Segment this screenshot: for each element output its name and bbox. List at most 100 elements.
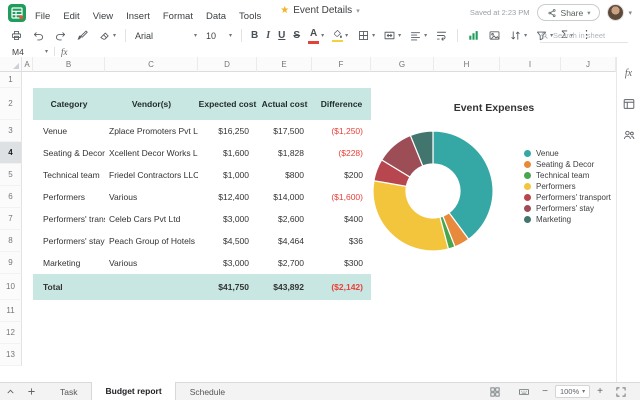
table-cell[interactable]: $16,250 (198, 120, 257, 142)
sheet-search[interactable] (540, 29, 628, 43)
column-header-H[interactable]: H (434, 57, 500, 72)
column-header-D[interactable]: D (198, 57, 257, 72)
row-header-12[interactable]: 12 (0, 322, 22, 344)
insert-chart-icon[interactable] (467, 28, 480, 44)
merge-cells-icon[interactable]: ▾ (383, 28, 401, 44)
borders-icon[interactable]: ▾ (357, 28, 375, 44)
table-cell[interactable]: $14,000 (257, 186, 312, 208)
table-cell[interactable]: $4,464 (257, 230, 312, 252)
format-painter-icon[interactable] (76, 28, 89, 44)
column-header-C[interactable]: C (105, 57, 198, 72)
zoom-level-select[interactable]: 100% ▾ (555, 385, 590, 398)
row-header-11[interactable]: 11 (0, 300, 22, 322)
zia-panel-icon[interactable] (622, 128, 636, 142)
menu-edit[interactable]: Edit (63, 11, 79, 22)
table-header-cell[interactable]: Actual cost (257, 88, 312, 120)
favorite-star-icon[interactable]: ★ (280, 6, 289, 16)
row-header-9[interactable]: 9 (0, 252, 22, 274)
menu-insert[interactable]: Insert (126, 11, 150, 22)
table-cell[interactable]: Friedel Contractors LLC (105, 164, 198, 186)
menu-format[interactable]: Format (163, 11, 193, 22)
app-logo-icon[interactable] (8, 4, 26, 22)
font-color-icon[interactable]: A▾ (308, 28, 324, 44)
table-total-cell[interactable]: Total (33, 274, 105, 300)
column-header-B[interactable]: B (33, 57, 105, 72)
sheet-tab-schedule[interactable]: Schedule (176, 383, 239, 400)
table-cell[interactable]: Various (105, 186, 198, 208)
user-avatar[interactable] (607, 4, 624, 21)
row-header-7[interactable]: 7 (0, 208, 22, 230)
share-button[interactable]: Share ▾ (537, 4, 601, 21)
sheet-content[interactable]: CategoryVendor(s)Expected costActual cos… (22, 72, 616, 382)
format-panel-icon[interactable] (622, 97, 636, 111)
table-cell[interactable]: $12,400 (198, 186, 257, 208)
table-cell[interactable]: Performers (33, 186, 105, 208)
fill-color-icon[interactable]: ▾ (332, 28, 348, 44)
row-header-8[interactable]: 8 (0, 230, 22, 252)
italic-icon[interactable]: I (266, 28, 270, 44)
table-total-cell[interactable]: $41,750 (198, 274, 257, 300)
table-cell[interactable]: $3,000 (198, 252, 257, 274)
row-header-1[interactable]: 1 (0, 72, 22, 88)
row-header-10[interactable]: 10 (0, 274, 22, 300)
table-cell[interactable]: Venue (33, 120, 105, 142)
grid-view-icon[interactable] (484, 386, 506, 398)
table-cell[interactable]: ($228) (312, 142, 371, 164)
collapse-tabs-icon[interactable] (0, 383, 21, 400)
underline-icon[interactable]: U (278, 28, 285, 44)
fx-icon[interactable]: fx (61, 47, 68, 57)
column-header-J[interactable]: J (561, 57, 616, 72)
avatar-caret-icon[interactable]: ▾ (628, 9, 632, 17)
row-header-5[interactable]: 5 (0, 164, 22, 186)
row-header-4[interactable]: 4 (0, 142, 22, 164)
table-cell[interactable]: Technical team (33, 164, 105, 186)
sort-icon[interactable]: ▾ (509, 28, 527, 44)
table-cell[interactable]: $300 (312, 252, 371, 274)
table-cell[interactable]: $4,500 (198, 230, 257, 252)
sheet-tab-task[interactable]: Task (46, 383, 91, 400)
zoom-out-button[interactable]: − (542, 387, 548, 397)
column-header-G[interactable]: G (371, 57, 434, 72)
row-header-3[interactable]: 3 (0, 120, 22, 142)
menu-tools[interactable]: Tools (239, 11, 261, 22)
table-cell[interactable]: Performers' transport (33, 208, 105, 230)
functions-panel-icon[interactable]: fx (622, 66, 636, 80)
sheet-tab-budget-report[interactable]: Budget report (91, 382, 175, 400)
table-cell[interactable]: ($1,250) (312, 120, 371, 142)
table-cell[interactable]: ($1,600) (312, 186, 371, 208)
table-header-cell[interactable]: Category (33, 88, 105, 120)
table-header-cell[interactable]: Vendor(s) (105, 88, 198, 120)
row-header-13[interactable]: 13 (0, 344, 22, 366)
table-cell[interactable]: $1,000 (198, 164, 257, 186)
search-input[interactable] (553, 31, 625, 40)
font-family-select[interactable]: Arial ▾ (135, 31, 197, 41)
insert-image-icon[interactable] (488, 28, 501, 44)
bold-icon[interactable]: B (251, 28, 258, 44)
row-header-6[interactable]: 6 (0, 186, 22, 208)
select-all-corner[interactable] (0, 57, 22, 72)
table-header-cell[interactable]: Difference (312, 88, 371, 120)
strikethrough-icon[interactable]: S (293, 28, 300, 44)
table-cell[interactable]: $2,600 (257, 208, 312, 230)
table-cell[interactable]: $17,500 (257, 120, 312, 142)
table-total-cell[interactable]: $43,892 (257, 274, 312, 300)
table-total-cell[interactable] (105, 274, 198, 300)
table-cell[interactable]: Marketing (33, 252, 105, 274)
print-icon[interactable] (10, 28, 23, 44)
table-cell[interactable]: Xcellent Decor Works LLC (105, 142, 198, 164)
chart-object[interactable]: Event Expenses VenueSeating & DecorTechn… (372, 90, 622, 280)
table-cell[interactable]: $800 (257, 164, 312, 186)
menu-data[interactable]: Data (206, 11, 226, 22)
column-header-A[interactable]: A (22, 57, 33, 72)
font-size-select[interactable]: 10 ▾ (206, 31, 232, 41)
table-cell[interactable]: $2,700 (257, 252, 312, 274)
column-header-F[interactable]: F (312, 57, 371, 72)
table-cell[interactable]: Peach Group of Hotels (105, 230, 198, 252)
column-header-I[interactable]: I (500, 57, 561, 72)
table-cell[interactable]: $3,000 (198, 208, 257, 230)
table-cell[interactable]: $200 (312, 164, 371, 186)
cell-name-box[interactable]: M4 ▾ (0, 47, 48, 57)
table-cell[interactable]: Zplace Promoters Pvt Ltd (105, 120, 198, 142)
menu-view[interactable]: View (93, 11, 113, 22)
row-header-2[interactable]: 2 (0, 88, 22, 120)
